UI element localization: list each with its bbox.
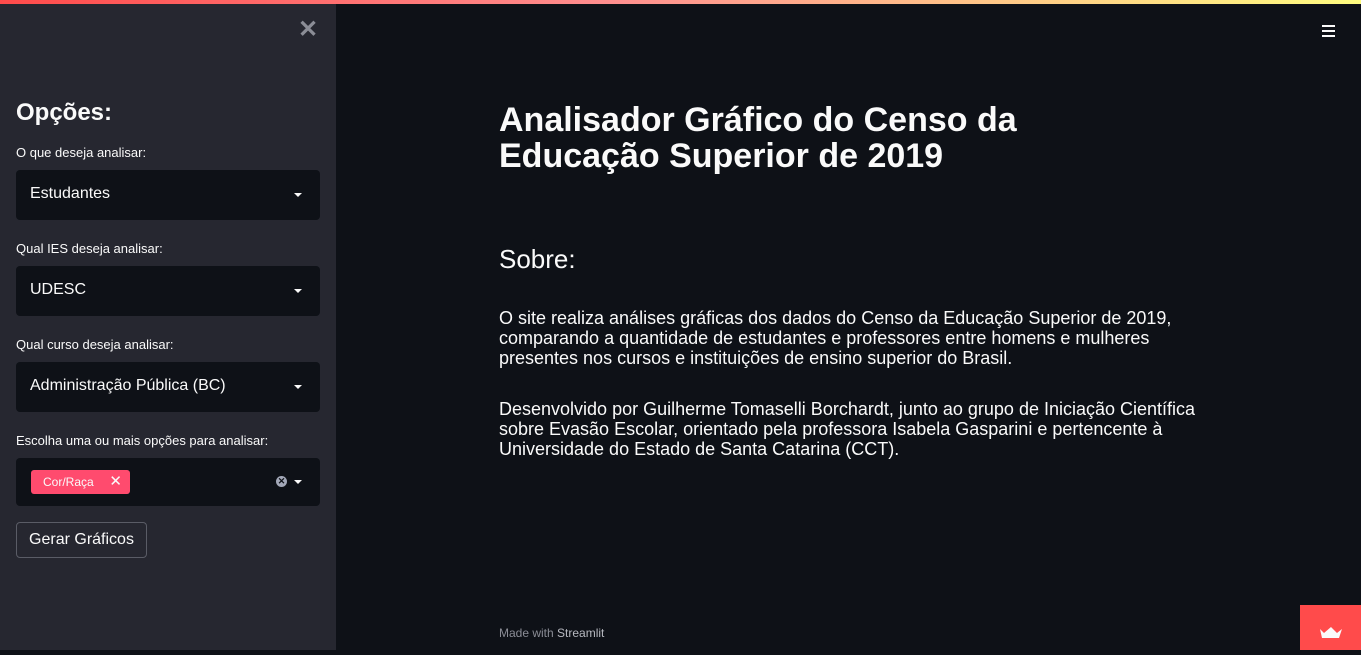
footer-made-with: Made with (499, 626, 554, 640)
tag-label: Cor/Raça (43, 475, 94, 489)
course-select[interactable]: Administração Pública (BC) (16, 362, 320, 412)
footer-brand-link[interactable]: Streamlit (557, 626, 604, 640)
hamburger-menu-icon[interactable] (1321, 22, 1337, 38)
selected-tag: Cor/Raça ✕ (31, 470, 130, 494)
caret-down-icon (294, 385, 302, 389)
credits-paragraph: Desenvolvido por Guilherme Tomaselli Bor… (499, 399, 1196, 459)
top-decoration-bar (0, 0, 1361, 4)
close-icon[interactable]: ✕ (297, 18, 319, 42)
ies-label: Qual IES deseja analisar: (16, 241, 163, 256)
analysis-type-value: Estudantes (30, 185, 111, 202)
section-heading: Sobre: (499, 244, 576, 274)
analysis-type-select[interactable]: Estudantes (16, 170, 320, 220)
course-label: Qual curso deseja analisar: (16, 337, 174, 352)
tag-remove-icon[interactable]: ✕ (109, 472, 122, 490)
page-title: Analisador Gráfico do Censo da Educação … (499, 101, 1017, 175)
course-value: Administração Pública (BC) (30, 377, 226, 394)
ies-value: UDESC (30, 281, 87, 298)
options-label: Escolha uma ou mais opções para analisar… (16, 433, 269, 448)
sidebar: ✕ Opções: O que deseja analisar: Estudan… (0, 0, 336, 650)
footer: Made with Streamlit (499, 626, 604, 640)
caret-down-icon (294, 193, 302, 197)
sidebar-title: Opções: (16, 99, 113, 126)
crown-icon (1320, 627, 1342, 638)
options-multiselect[interactable]: Cor/Raça ✕ ✕ (16, 458, 320, 506)
caret-down-icon (294, 289, 302, 293)
generate-charts-button[interactable]: Gerar Gráficos (16, 522, 147, 558)
ies-select[interactable]: UDESC (16, 266, 320, 316)
caret-down-icon[interactable] (294, 480, 302, 484)
clear-all-icon[interactable]: ✕ (276, 476, 287, 487)
analysis-type-label: O que deseja analisar: (16, 145, 147, 160)
about-paragraph: O site realiza análises gráficas dos dad… (499, 308, 1172, 368)
streamlit-badge[interactable] (1300, 605, 1361, 650)
